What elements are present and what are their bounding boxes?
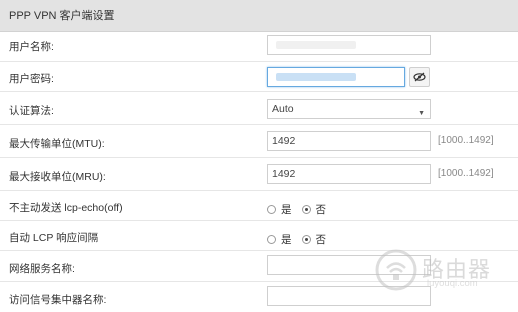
lcp-interval-yes-radio[interactable] xyxy=(267,235,276,244)
service-name-label: 网络服务名称: xyxy=(9,263,75,275)
lcp-echo-yes-label: 是 xyxy=(281,204,292,216)
auth-algorithm-select[interactable]: Auto ▼ xyxy=(267,99,431,119)
lcp-interval-radio-group: 是 否 xyxy=(267,232,336,247)
username-value-redacted xyxy=(276,41,356,49)
watermark-url: luyouqi.com xyxy=(427,278,478,289)
lcp-echo-no-label: 否 xyxy=(315,204,327,216)
password-value-redacted xyxy=(276,73,356,81)
auth-algorithm-value: Auto xyxy=(272,103,294,115)
ppp-vpn-settings-panel: PPP VPN 客户端设置 用户名称: 用户密码: 认证算法: Auto ▼ 最 xyxy=(0,0,518,312)
lcp-echo-no-radio[interactable] xyxy=(301,205,311,214)
row-lcp-echo: 不主动发送 lcp-echo(off) 是 否 xyxy=(0,191,518,221)
router-logo xyxy=(375,249,417,291)
chevron-down-icon: ▼ xyxy=(418,110,425,117)
username-label: 用户名称: xyxy=(9,41,54,53)
lcp-interval-label: 自动 LCP 响应间隔 xyxy=(9,232,99,244)
auth-algorithm-label: 认证算法: xyxy=(9,105,54,117)
mtu-input[interactable]: 1492 xyxy=(267,131,431,151)
mru-input[interactable]: 1492 xyxy=(267,164,431,184)
row-mru: 最大接收单位(MRU): 1492 [1000..1492] xyxy=(0,158,518,191)
eye-slash-icon xyxy=(413,72,426,82)
password-visibility-toggle-button[interactable] xyxy=(409,67,430,87)
password-input[interactable] xyxy=(267,67,405,87)
concentrator-name-label: 访问信号集中器名称: xyxy=(9,294,107,306)
row-username: 用户名称: xyxy=(0,32,518,62)
mru-range-hint: [1000..1492] xyxy=(438,168,494,179)
lcp-interval-no-radio[interactable] xyxy=(301,235,311,244)
watermark: 路由器 luyouqi.com xyxy=(372,246,512,294)
username-input[interactable] xyxy=(267,35,431,55)
lcp-echo-yes-radio[interactable] xyxy=(267,205,276,214)
mtu-label: 最大传输单位(MTU): xyxy=(9,138,105,150)
row-password: 用户密码: xyxy=(0,62,518,92)
row-mtu: 最大传输单位(MTU): 1492 [1000..1492] xyxy=(0,125,518,158)
lcp-interval-no-label: 否 xyxy=(315,234,327,246)
panel-title: PPP VPN 客户端设置 xyxy=(0,0,518,32)
mru-label: 最大接收单位(MRU): xyxy=(9,171,106,183)
password-label: 用户密码: xyxy=(9,73,54,85)
lcp-echo-radio-group: 是 否 xyxy=(267,202,336,217)
lcp-interval-yes-label: 是 xyxy=(281,234,292,246)
mtu-range-hint: [1000..1492] xyxy=(438,135,494,146)
row-auth-algorithm: 认证算法: Auto ▼ xyxy=(0,92,518,125)
lcp-echo-label: 不主动发送 lcp-echo(off) xyxy=(9,202,123,214)
